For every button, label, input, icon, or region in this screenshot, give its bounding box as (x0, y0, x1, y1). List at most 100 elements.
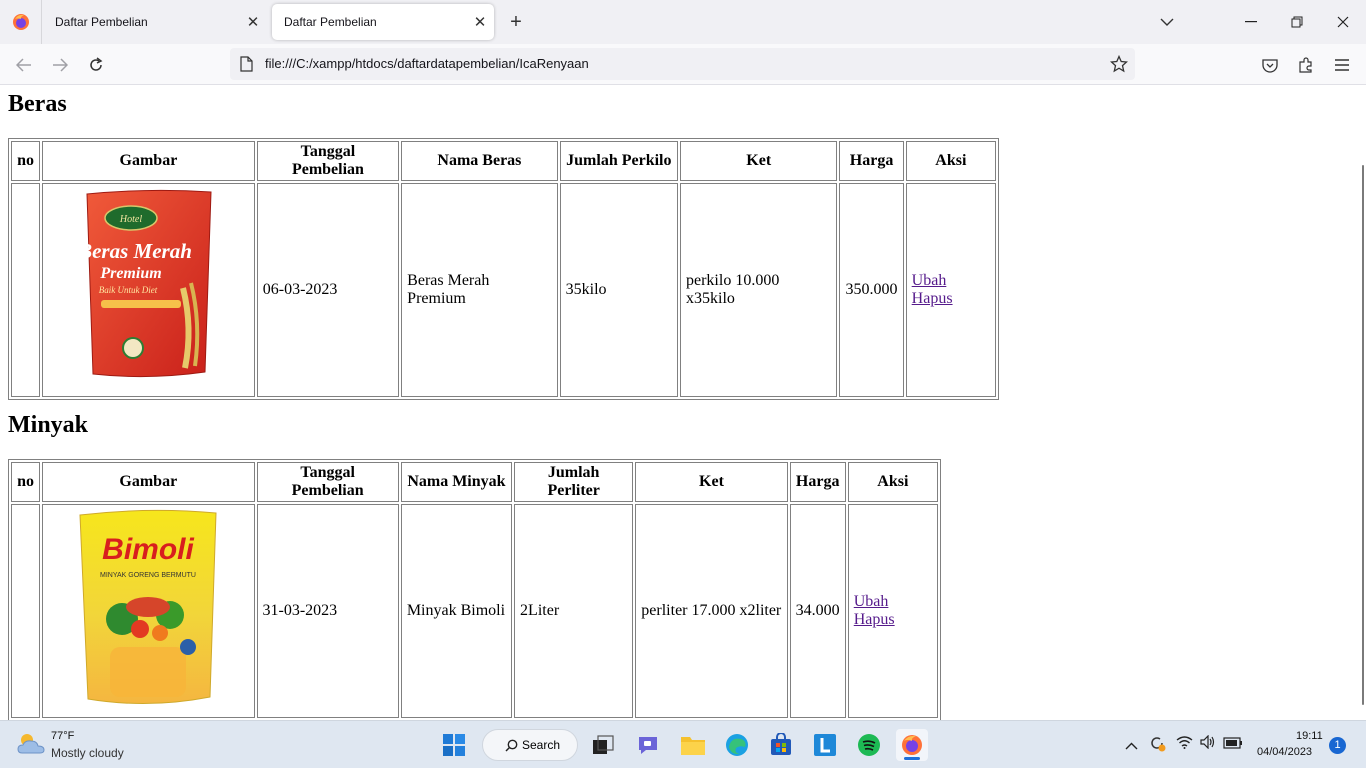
cell-aksi: Ubah Hapus (905, 183, 996, 397)
start-button[interactable] (438, 729, 470, 761)
package-tag-text: Baik Untuk Diet (99, 285, 158, 295)
clock-date[interactable]: 04/04/2023 (1257, 746, 1312, 758)
table-header-row: no Gambar Tanggal Pembelian Nama Minyak … (11, 462, 938, 502)
search-label: Search (522, 738, 561, 752)
app-menu-button[interactable] (1327, 50, 1357, 80)
battery-status[interactable] (1223, 736, 1243, 754)
column-header-jumlah: Jumlah Perliter (514, 462, 634, 502)
column-header-aksi: Aksi (905, 141, 996, 181)
pocket-button[interactable] (1255, 50, 1285, 80)
list-all-tabs-button[interactable] (1144, 0, 1190, 44)
table-row: Bimoli MINYAK GORENG BERMUTU 31-03-2023 … (11, 504, 938, 718)
file-explorer-button[interactable] (677, 729, 709, 761)
column-header-tanggal: Tanggal Pembelian (256, 462, 399, 502)
minyak-table: no Gambar Tanggal Pembelian Nama Minyak … (8, 459, 941, 720)
tab-close-icon[interactable]: ✕ (239, 13, 267, 31)
weather-widget[interactable] (16, 731, 46, 762)
firefox-view-button[interactable] (0, 0, 42, 44)
column-header-harga: Harga (839, 141, 904, 181)
cell-gambar: Hotel Beras Merah Premium Baik Untuk Die… (42, 183, 255, 397)
package-brand-text: Bimoli (102, 533, 194, 566)
close-window-button[interactable] (1320, 0, 1366, 44)
column-header-gambar: Gambar (42, 141, 255, 181)
column-header-gambar: Gambar (42, 462, 255, 502)
restore-button[interactable] (1274, 0, 1320, 44)
close-icon (1337, 16, 1349, 28)
extensions-button[interactable] (1291, 50, 1321, 80)
clock-time[interactable]: 19:11 (1296, 730, 1323, 742)
wifi-icon (1176, 736, 1193, 749)
speaker-icon (1200, 734, 1215, 750)
browser-tab-1[interactable]: Daftar Pembelian ✕ (43, 0, 267, 44)
network-status[interactable] (1176, 735, 1193, 754)
url-text[interactable]: file:///C:/xampp/htdocs/daftardatapembel… (265, 56, 589, 71)
scrollbar-thumb[interactable] (1362, 165, 1364, 705)
minimize-icon (1245, 21, 1257, 23)
volume-control[interactable] (1200, 734, 1216, 754)
browser-tab-2-active[interactable]: Daftar Pembelian ✕ (272, 4, 494, 40)
weather-temp: 77°F (51, 730, 75, 742)
bookmark-star-icon[interactable] (1110, 55, 1128, 73)
back-button[interactable] (9, 50, 39, 80)
taskbar-search[interactable]: Search (482, 729, 578, 761)
arrow-left-icon (16, 58, 31, 72)
task-view-button[interactable] (587, 729, 619, 761)
tab-strip: Daftar Pembelian ✕ Daftar Pembelian ✕ + (0, 0, 1366, 44)
l-app-button[interactable] (809, 729, 841, 761)
chevron-down-icon (1160, 18, 1174, 26)
new-tab-button[interactable]: + (502, 8, 530, 36)
windows-logo-icon (443, 734, 465, 756)
cell-no (11, 504, 41, 718)
column-header-aksi: Aksi (847, 462, 938, 502)
battery-icon (1223, 737, 1242, 749)
section-title-minyak: Minyak (8, 412, 89, 438)
firefox-icon (12, 14, 29, 30)
notification-badge[interactable]: 1 (1329, 737, 1346, 754)
cell-gambar: Bimoli MINYAK GORENG BERMUTU (42, 504, 255, 718)
section-title-beras: Beras (8, 91, 67, 117)
beras-table: no Gambar Tanggal Pembelian Nama Beras J… (8, 138, 999, 400)
edge-icon (726, 734, 748, 756)
cell-harga: 350.000 (839, 183, 904, 397)
package-sub-text: Premium (100, 265, 162, 282)
navigation-toolbar: file:///C:/xampp/htdocs/daftardatapembel… (0, 44, 1366, 85)
tab-title: Daftar Pembelian (55, 15, 148, 29)
spotify-icon (858, 734, 880, 756)
edge-browser-button[interactable] (721, 729, 753, 761)
column-header-ket: Ket (635, 462, 788, 502)
tab-close-icon[interactable]: ✕ (466, 13, 494, 31)
table-row: Hotel Beras Merah Premium Baik Untuk Die… (11, 183, 996, 397)
column-header-harga: Harga (789, 462, 846, 502)
arrow-right-icon (53, 58, 68, 72)
minimize-button[interactable] (1228, 0, 1274, 44)
page-content: Beras no Gambar Tanggal Pembelian Nama B… (0, 85, 1360, 720)
cell-nama: Minyak Bimoli (400, 504, 513, 718)
reload-button[interactable] (81, 50, 111, 80)
package-brand-text: Beras Merah (78, 239, 193, 263)
package-sub-text: MINYAK GORENG BERMUTU (100, 572, 196, 579)
cell-aksi: Ubah Hapus (847, 504, 938, 718)
url-bar[interactable]: file:///C:/xampp/htdocs/daftardatapembel… (230, 48, 1135, 80)
hapus-link[interactable]: Hapus (854, 611, 895, 628)
teams-chat-button[interactable] (632, 729, 664, 761)
bimoli-product-image: Bimoli MINYAK GORENG BERMUTU (79, 509, 217, 704)
sync-icon (1151, 737, 1166, 752)
firefox-taskbar-button[interactable] (896, 729, 928, 761)
hapus-link[interactable]: Hapus (912, 290, 953, 307)
microsoft-store-button[interactable] (765, 729, 797, 761)
cell-nama: Beras Merah Premium (401, 183, 558, 397)
column-header-no: no (11, 462, 41, 502)
chevron-up-icon (1125, 742, 1138, 750)
chat-icon (639, 737, 657, 754)
search-icon (505, 739, 518, 752)
task-view-icon (593, 735, 614, 754)
l-app-icon (814, 734, 836, 756)
spotify-button[interactable] (853, 729, 885, 761)
ubah-link[interactable]: Ubah (912, 272, 947, 289)
table-header-row: no Gambar Tanggal Pembelian Nama Beras J… (11, 141, 996, 181)
column-header-jumlah: Jumlah Perkilo (559, 141, 678, 181)
sync-status[interactable] (1148, 734, 1166, 757)
forward-button[interactable] (45, 50, 75, 80)
ubah-link[interactable]: Ubah (854, 593, 889, 610)
show-hidden-icons-button[interactable] (1125, 737, 1138, 755)
